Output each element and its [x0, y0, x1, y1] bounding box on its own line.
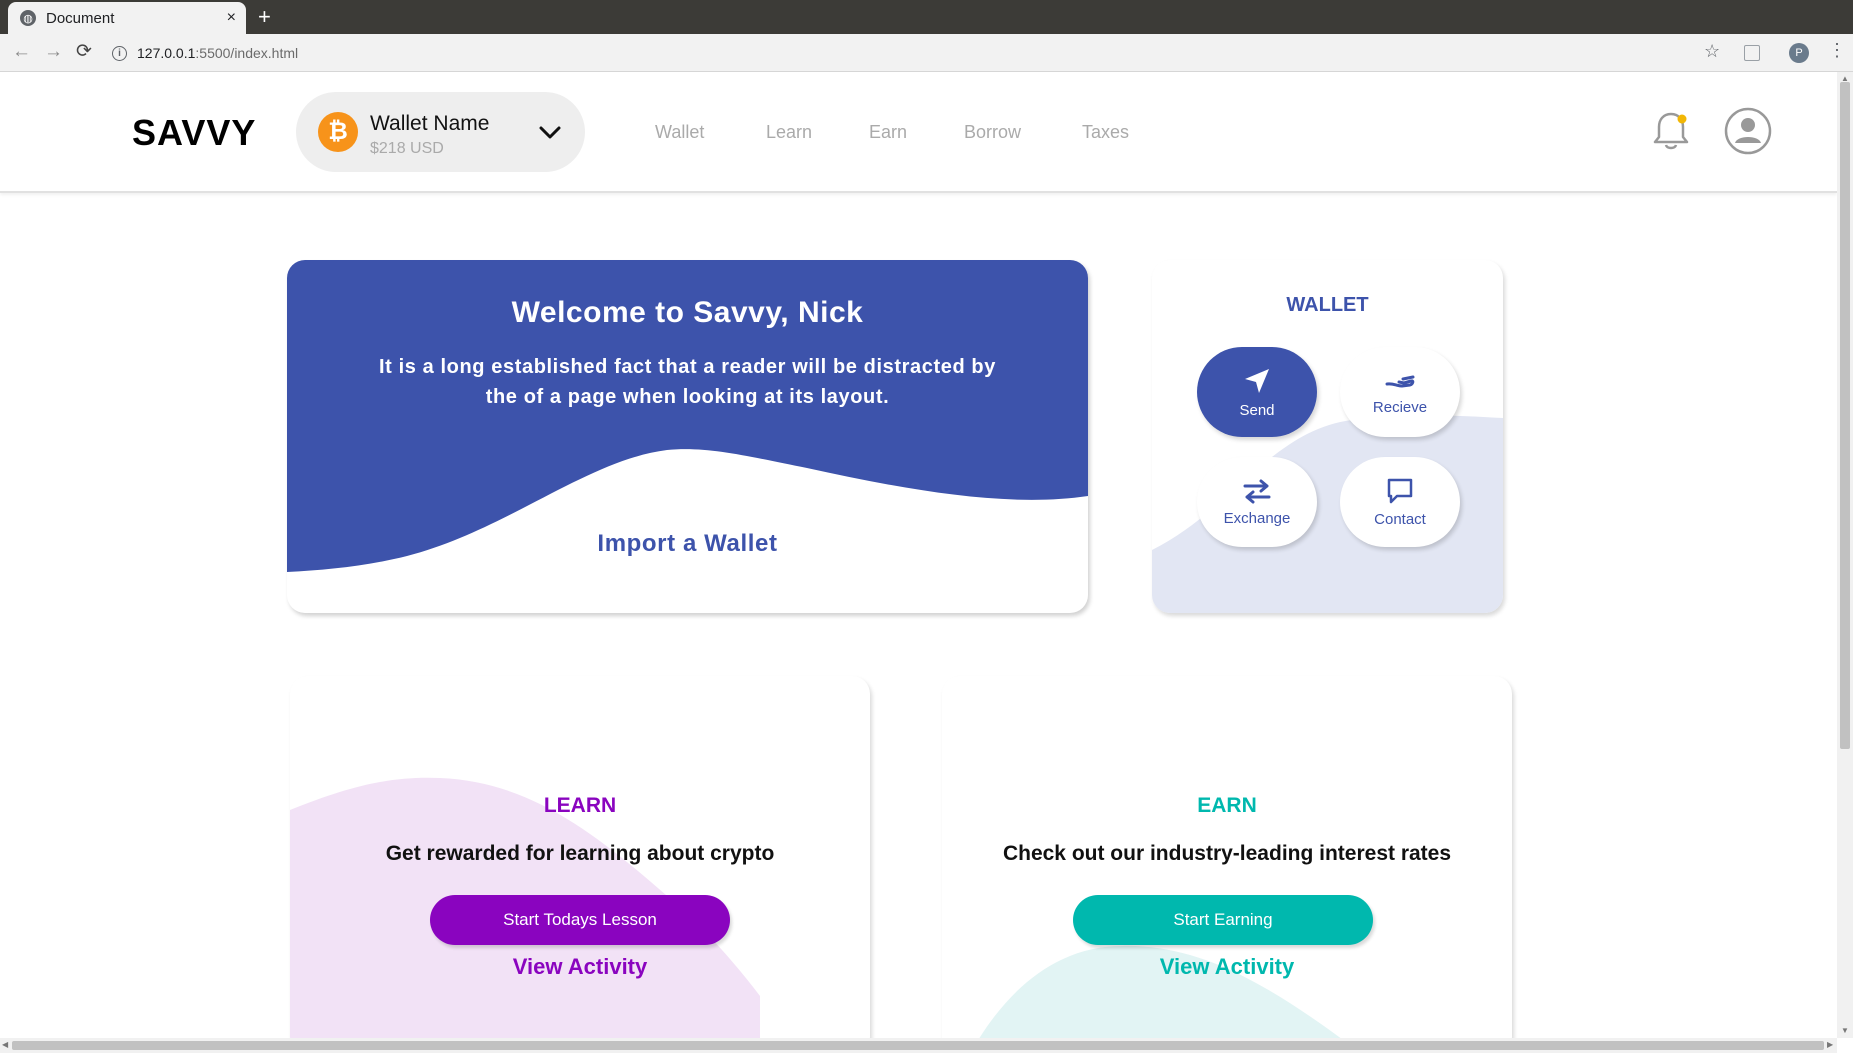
new-tab-button[interactable]: +: [258, 4, 271, 30]
wallet-balance: $218 USD: [370, 140, 444, 157]
nav-borrow[interactable]: Borrow: [964, 122, 1021, 143]
contact-label: Contact: [1374, 510, 1426, 528]
earn-view-activity-link[interactable]: View Activity: [942, 954, 1512, 980]
chevron-down-icon[interactable]: [539, 122, 561, 144]
url-host: 127.0.0.1: [137, 45, 196, 61]
page-viewport: SAVVY ₿ Wallet Name $218 USD Wallet Lear…: [0, 72, 1837, 1038]
nav-wallet[interactable]: Wallet: [655, 122, 704, 143]
info-icon[interactable]: i: [112, 45, 127, 61]
browser-tabstrip: ◍ Document × +: [0, 0, 1853, 34]
start-earning-button[interactable]: Start Earning: [1073, 895, 1373, 945]
scroll-left-arrow-icon[interactable]: ◀: [2, 1040, 8, 1049]
send-icon: [1245, 368, 1269, 393]
url-path: :5500/index.html: [195, 45, 299, 61]
wallet-name: Wallet Name: [370, 112, 490, 135]
tab-title: Document: [46, 9, 115, 27]
wallet-card: WALLET Send Recieve Exchange Contact: [1152, 260, 1503, 613]
profile-avatar[interactable]: P: [1789, 43, 1809, 63]
receive-label: Recieve: [1372, 398, 1428, 416]
receive-icon: [1385, 375, 1415, 387]
learn-title: LEARN: [543, 794, 617, 817]
close-tab-icon[interactable]: ×: [227, 9, 236, 27]
bookmark-star-icon[interactable]: ☆: [1704, 41, 1720, 62]
nav-learn[interactable]: Learn: [766, 122, 812, 143]
import-wallet-link[interactable]: Import a Wallet: [287, 530, 1088, 558]
earn-card: EARN Check out our industry-leading inte…: [942, 676, 1512, 1038]
send-label: Send: [1239, 401, 1275, 419]
globe-icon: ◍: [20, 10, 36, 26]
browser-toolbar: ← → ⟳ i 127.0.0.1 :5500/index.html ☆ P ⋮: [0, 34, 1853, 72]
wallet-selector[interactable]: ₿ Wallet Name $218 USD: [296, 92, 585, 172]
vertical-scroll-thumb[interactable]: [1840, 82, 1850, 749]
scroll-right-arrow-icon[interactable]: ▶: [1827, 1040, 1833, 1049]
extension-icon[interactable]: [1744, 45, 1760, 61]
chat-icon: [1387, 478, 1413, 503]
horizontal-scroll-thumb[interactable]: [12, 1041, 1824, 1050]
welcome-card: Welcome to Savvy, Nick It is a long esta…: [287, 260, 1088, 613]
learn-subtitle: Get rewarded for learning about crypto: [385, 842, 775, 865]
exchange-label: Exchange: [1223, 509, 1291, 527]
site-header: SAVVY ₿ Wallet Name $218 USD Wallet Lear…: [0, 72, 1837, 193]
forward-arrow-icon[interactable]: →: [44, 42, 63, 62]
receive-button[interactable]: Recieve: [1340, 347, 1460, 437]
bell-icon[interactable]: [1652, 110, 1690, 152]
nav-earn[interactable]: Earn: [869, 122, 907, 143]
horizontal-scrollbar[interactable]: ◀ ▶: [0, 1038, 1837, 1053]
notification-dot: [1677, 114, 1687, 124]
user-avatar-icon[interactable]: [1724, 107, 1772, 155]
nav-taxes[interactable]: Taxes: [1082, 122, 1129, 143]
earn-title: EARN: [1197, 794, 1257, 817]
back-arrow-icon[interactable]: ←: [12, 42, 31, 62]
address-bar[interactable]: i 127.0.0.1 :5500/index.html: [112, 38, 1712, 68]
learn-view-activity-link[interactable]: View Activity: [290, 954, 870, 980]
site-logo[interactable]: SAVVY: [132, 112, 256, 154]
welcome-title: Welcome to Savvy, Nick: [511, 296, 864, 329]
exchange-button[interactable]: Exchange: [1197, 457, 1317, 547]
welcome-text: It is a long established fact that a rea…: [379, 356, 996, 408]
start-lesson-button[interactable]: Start Todays Lesson: [430, 895, 730, 945]
browser-menu-icon[interactable]: ⋮: [1828, 41, 1846, 59]
learn-card: LEARN Get rewarded for learning about cr…: [290, 676, 870, 1038]
reload-icon[interactable]: ⟳: [76, 42, 92, 62]
exchange-icon: [1243, 479, 1271, 503]
bitcoin-icon: ₿: [318, 112, 358, 152]
earn-subtitle: Check out our industry-leading interest …: [1002, 842, 1452, 865]
contact-button[interactable]: Contact: [1340, 457, 1460, 547]
scroll-down-arrow-icon[interactable]: ▼: [1841, 1026, 1849, 1035]
browser-tab[interactable]: ◍ Document ×: [8, 2, 246, 34]
vertical-scrollbar[interactable]: ▲ ▼: [1837, 72, 1853, 1038]
wallet-card-title: WALLET: [1286, 294, 1369, 316]
send-button[interactable]: Send: [1197, 347, 1317, 437]
